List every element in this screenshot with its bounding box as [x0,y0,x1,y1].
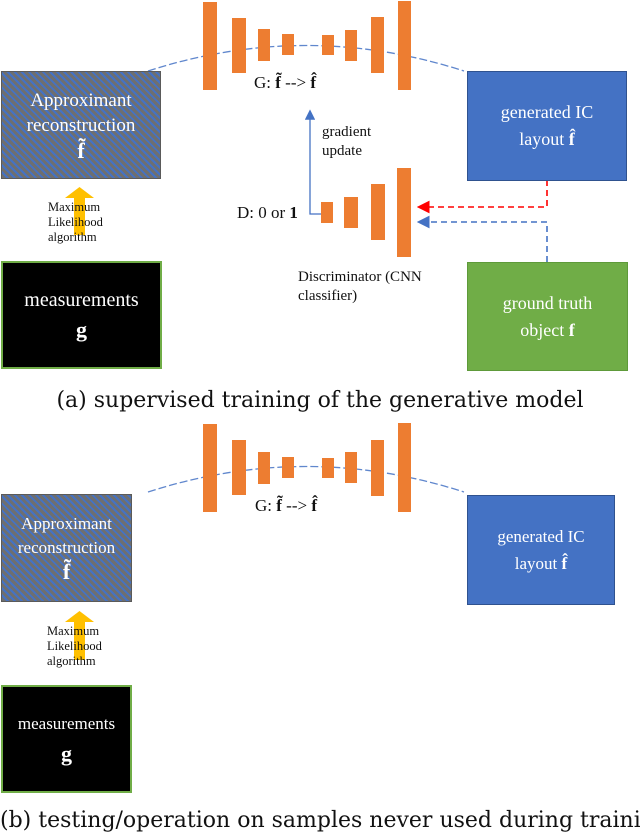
disc-prefix: D: [237,203,254,222]
generated-line1: generated IC [497,527,585,546]
disc-text: 0 or [258,203,286,222]
gen-layer [371,17,384,73]
real-sample-arrow [416,215,548,262]
generated-line2-wrap: layout f̂ [519,126,575,153]
generated-ic-layout-box-b: generated IC layout f̂ [467,495,615,605]
gen-arrow: --> [286,496,308,515]
ground-truth-object-box: ground truth object f [467,262,628,371]
gen-layer [282,457,294,478]
ml-algorithm-label-a: Maximum Likelihood algorithm [48,200,103,245]
generator-label-b: G: f̃ --> f̂ [255,496,317,516]
measurements-symbol: g [76,317,87,342]
generator-label-a: G: f̃ --> f̂ [254,73,316,93]
disc-layer [371,184,385,240]
measurements-label: measurements [24,289,139,311]
gradient-update-arrow [304,109,321,215]
gen-prefix: G: [255,496,272,515]
disc-one: 1 [289,203,298,222]
disc-layer [397,168,411,257]
approximant-reconstruction-box-b: Approximant reconstruction f̃ [1,494,132,602]
disc-layer [344,197,358,228]
measurements-label: measurements [17,714,116,733]
gen-layer [345,30,357,61]
gen-layer [203,424,217,512]
ml-line2: Likelihood [48,215,103,229]
ml-line2: Likelihood [47,639,102,653]
gen-input: f̃ [276,496,282,515]
gt-line2-wrap: object f [520,317,574,344]
disc-label-line2: classifier) [298,288,358,304]
gen-layer [322,35,334,55]
caption-a: (a) supervised training of the generativ… [56,388,584,413]
generated-line1: generated IC [500,102,594,122]
approx-line1: Approximant [30,89,132,111]
gen-prefix: G: [254,73,271,92]
generated-ic-layout-box-a: generated IC layout f̂ [467,71,627,181]
fake-sample-arrow [416,180,548,214]
generated-line2-wrap: layout f̂ [515,550,567,577]
measurements-box-b: measurements g [1,685,132,793]
disc-layer [321,202,333,223]
gen-output: f̂ [311,496,318,515]
gt-symbol: f [568,319,575,340]
gen-layer [203,2,217,90]
ml-line3: algorithm [48,230,97,244]
generated-line2: layout [514,554,558,573]
generated-symbol: f̂ [561,554,568,573]
gen-layer [345,452,357,483]
generated-line2: layout [519,129,565,149]
gen-layer [398,1,411,90]
gradient-update-label: gradient update [322,123,371,161]
generator-curve-a [147,44,465,72]
gen-layer [371,440,384,496]
approx-symbol: f̃ [77,137,85,163]
ml-algorithm-label-b: Maximum Likelihood algorithm [47,624,102,669]
gen-layer [282,34,294,55]
gen-input: f̃ [275,73,281,92]
gen-layer [322,458,334,478]
gt-line1: ground truth [502,292,593,313]
gen-output: f̂ [310,73,317,92]
ml-line3: algorithm [47,654,96,668]
gen-layer [258,29,270,61]
gen-arrow: --> [285,73,307,92]
approx-line2: reconstruction [17,538,116,557]
gt-line2: object [520,319,565,340]
generated-symbol: f̂ [568,129,575,149]
gen-layer [398,423,411,512]
gen-layer [232,18,246,73]
approx-line2: reconstruction [26,114,136,136]
gen-layer [258,452,270,484]
approx-line1: Approximant [21,514,112,533]
measurements-symbol: g [61,741,72,766]
discriminator-layers [321,168,411,257]
ml-line1: Maximum [47,624,100,638]
gen-layer [232,440,246,495]
discriminator-label: Discriminator (CNN classifier) [298,268,422,306]
caption-b: (b) testing/operation on samples never u… [0,808,640,833]
discriminator-output-label: D: 0 or 1 [237,203,298,223]
disc-label-line1: Discriminator (CNN [298,269,422,285]
gradient-line1: gradient [322,124,372,140]
gradient-line2: update [322,143,362,159]
approx-symbol: f̃ [62,559,71,584]
measurements-box-a: measurements g [1,261,162,369]
ml-line1: Maximum [48,200,101,214]
approximant-reconstruction-box-a: Approximant reconstruction f̃ [1,71,161,179]
generator-curve-b [147,465,465,493]
